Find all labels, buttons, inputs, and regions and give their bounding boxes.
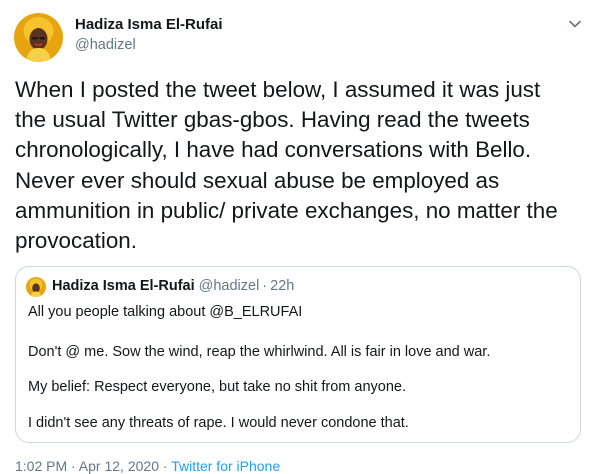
tweet-footer: 1:02 PM · Apr 12, 2020 · Twitter for iPh… [15, 458, 280, 474]
quoted-header: Hadiza Isma El-Rufai @hadizel · 22h [52, 278, 294, 294]
quoted-line-2: Don't @ me. Sow the wind, reap the whirl… [28, 344, 491, 360]
footer-separator: · [162, 458, 168, 474]
tweet-timestamp[interactable]: 1:02 PM · Apr 12, 2020 [15, 458, 159, 474]
chevron-down-icon[interactable] [566, 15, 584, 33]
quoted-tweet[interactable]: Hadiza Isma El-Rufai @hadizel · 22h All you… [15, 266, 581, 443]
quoted-avatar [26, 277, 46, 297]
tweet-text: When I posted the tweet below, I assumed… [15, 77, 558, 254]
tweet-source[interactable]: Twitter for iPhone [171, 458, 280, 474]
quoted-timestamp: 22h [270, 278, 295, 294]
quoted-author-name: Hadiza Isma El-Rufai [52, 278, 195, 294]
quoted-separator: · [262, 278, 268, 294]
quoted-line-1: All you people talking about @B_ELRUFAI [28, 304, 303, 320]
tweet-card: Hadiza Isma El-Rufai @hadizel When I pos… [0, 0, 594, 474]
quoted-author-handle: @hadizel [198, 278, 260, 294]
quoted-line-3: My belief: Respect everyone, but take no… [28, 379, 407, 395]
author-handle[interactable]: @hadizel [75, 37, 136, 53]
author-name[interactable]: Hadiza Isma El-Rufai [75, 16, 223, 33]
avatar[interactable] [14, 13, 63, 62]
quoted-line-4: I didn't see any threats of rape. I woul… [28, 415, 409, 431]
avatar-image [14, 13, 63, 62]
